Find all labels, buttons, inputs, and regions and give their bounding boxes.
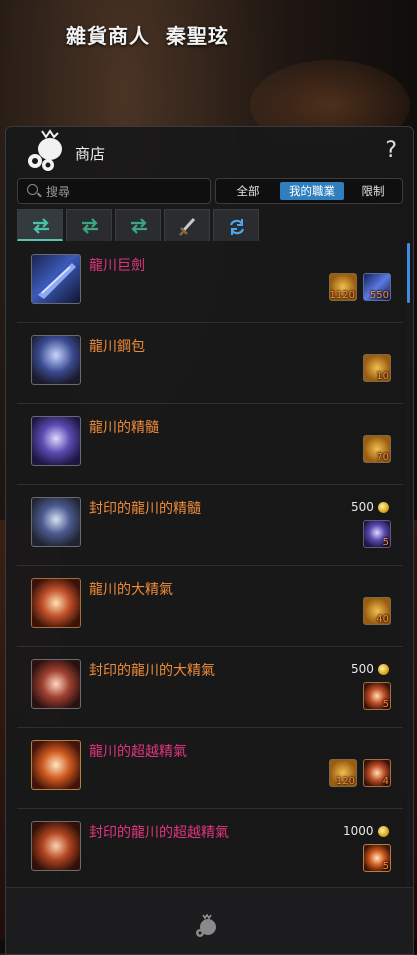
npc-name-title: 雜貨商人 秦聖玹 xyxy=(66,24,229,48)
item-name: 封印的龍川的精髓 xyxy=(89,501,201,517)
filter-my-class[interactable]: 我的職業 xyxy=(280,182,344,200)
cost-quantity: 1120 xyxy=(329,290,355,301)
steel-bag-icon xyxy=(31,335,81,385)
cost-quantity: 10 xyxy=(376,371,389,382)
tab-exchange-1[interactable] xyxy=(17,209,63,241)
gold-token-icon: 40 xyxy=(363,597,391,625)
great-spirit-icon: 5 xyxy=(363,682,391,710)
filter-all[interactable]: 全部 xyxy=(224,182,272,200)
great-spirit-icon xyxy=(31,578,81,628)
gold-token-icon: 70 xyxy=(363,435,391,463)
essence-icon xyxy=(31,416,81,466)
transcend-spirit-icon: 5 xyxy=(363,844,391,872)
sword-icon xyxy=(179,218,196,236)
gold-price: 500 xyxy=(351,500,374,514)
cost-quantity: 40 xyxy=(376,614,389,625)
refresh-icon xyxy=(229,219,245,235)
money-bag-icon[interactable] xyxy=(194,912,220,938)
transcend-spirit-icon xyxy=(31,740,81,790)
list-item[interactable]: 龍川鋼包 10 xyxy=(17,322,403,404)
gold-coin-icon xyxy=(378,664,389,675)
item-name: 龍川的大精氣 xyxy=(89,582,173,598)
tab-exchange-2[interactable] xyxy=(66,209,112,241)
sealed-essence-icon xyxy=(31,497,81,547)
cost-quantity: 550 xyxy=(369,290,389,301)
sealed-great-spirit-icon xyxy=(31,659,81,709)
item-name: 龍川的精髓 xyxy=(89,420,159,436)
merchant-bag-icon xyxy=(24,127,72,173)
sealed-transcend-spirit-icon xyxy=(31,821,81,871)
gold-price: 1000 xyxy=(343,824,374,838)
help-button[interactable]: ? xyxy=(385,139,397,163)
scrollbar[interactable] xyxy=(407,241,410,901)
great-spirit-icon: 4 xyxy=(363,759,391,787)
tab-refresh[interactable] xyxy=(213,209,259,241)
shop-tabs xyxy=(17,209,407,241)
item-list: 龍川巨劍 1120 550 龍川鋼包 10 龍川的精髓 70 封印的龍川的精髓 … xyxy=(17,241,403,901)
shop-footer xyxy=(6,887,413,954)
essence-icon: 5 xyxy=(363,520,391,548)
cost-quantity: 4 xyxy=(382,776,389,787)
item-name: 封印的龍川的超越精氣 xyxy=(89,825,229,841)
gold-token-icon: 10 xyxy=(363,354,391,382)
cost-quantity: 120 xyxy=(335,776,355,787)
exchange-icon xyxy=(82,218,98,234)
search-input[interactable]: 搜尋 xyxy=(17,178,211,204)
gold-token-icon: 1120 xyxy=(329,273,357,301)
item-name: 封印的龍川的大精氣 xyxy=(89,663,215,679)
list-item[interactable]: 龍川的精髓 70 xyxy=(17,403,403,485)
shop-title: 商店 xyxy=(75,145,106,163)
list-item[interactable]: 封印的龍川的大精氣 500 5 xyxy=(17,646,403,728)
list-item[interactable]: 封印的龍川的精髓 500 5 xyxy=(17,484,403,566)
item-name: 龍川的超越精氣 xyxy=(89,744,187,760)
greatsword-icon xyxy=(31,254,81,304)
list-item[interactable]: 龍川巨劍 1120 550 xyxy=(17,241,403,323)
blue-crystal-icon: 550 xyxy=(363,273,391,301)
list-item[interactable]: 龍川的超越精氣 120 4 xyxy=(17,727,403,809)
tab-exchange-3[interactable] xyxy=(115,209,161,241)
exchange-icon xyxy=(33,218,49,234)
cost-quantity: 5 xyxy=(382,861,389,872)
scrollbar-thumb[interactable] xyxy=(407,243,410,303)
item-name: 龍川鋼包 xyxy=(89,339,145,355)
list-item[interactable]: 封印的龍川的超越精氣 1000 5 xyxy=(17,808,403,890)
search-placeholder: 搜尋 xyxy=(46,185,71,199)
gold-price: 500 xyxy=(351,662,374,676)
tab-weapon[interactable] xyxy=(164,209,210,241)
list-item[interactable]: 龍川的大精氣 40 xyxy=(17,565,403,647)
gold-coin-icon xyxy=(378,826,389,837)
item-name: 龍川巨劍 xyxy=(89,258,145,274)
exchange-icon xyxy=(131,218,147,234)
cost-quantity: 70 xyxy=(376,452,389,463)
gold-token-icon: 120 xyxy=(329,759,357,787)
cost-quantity: 5 xyxy=(382,699,389,710)
class-filter: 全部 我的職業 限制 xyxy=(215,178,403,204)
search-icon xyxy=(27,184,38,195)
cost-quantity: 5 xyxy=(382,537,389,548)
shop-panel: 商店 ? 搜尋 全部 我的職業 限制 龍川巨劍 1120 550 龍川鋼包 10… xyxy=(5,126,414,955)
filter-restricted[interactable]: 限制 xyxy=(350,182,396,200)
gold-coin-icon xyxy=(378,502,389,513)
